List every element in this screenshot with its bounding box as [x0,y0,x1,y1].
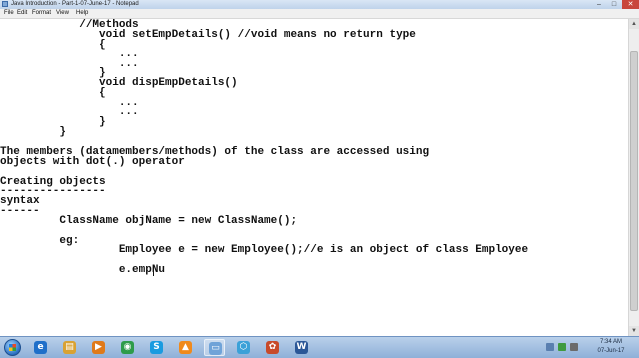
vertical-scrollbar[interactable]: ▲ ▼ [628,19,639,336]
menu-view[interactable]: View [56,9,69,18]
scroll-thumb[interactable] [630,51,638,311]
volume-icon[interactable] [570,343,578,351]
taskbar-button[interactable]: ✿ [262,339,283,356]
vlc-icon: ▲ [179,341,192,354]
menu-bar: File Edit Format View Help [0,9,639,19]
editor-text-area[interactable]: //Methods void setEmpDetails() //void me… [0,19,628,336]
clock-date: 07-Jun-17 [597,348,625,354]
network-icon: ⬡ [237,341,250,354]
menu-edit[interactable]: Edit [17,9,27,18]
ie-icon: e [34,341,47,354]
notepad-icon: ▭ [209,342,222,355]
flag-icon[interactable] [546,343,554,351]
media-player-icon: ▶ [92,341,105,354]
taskbar-button[interactable]: S [146,339,167,356]
minimize-button[interactable]: – [592,0,606,9]
menu-file[interactable]: File [4,9,14,18]
menu-format[interactable]: Format [32,9,51,18]
code-line: } [0,126,67,138]
taskbar-button[interactable]: W [291,339,312,356]
scroll-up-arrow-icon[interactable]: ▲ [629,19,639,29]
taskbar-button[interactable]: ⬡ [233,339,254,356]
text-caret [153,265,154,276]
code-line: Employee e = new Employee();//e is an ob… [0,244,529,256]
explorer-icon: ▤ [63,341,76,354]
taskbar: e ▤ ▶ ◉ S ▲ ▭ ⬡ ✿ W 7:34 AM 07-Jun-17 [0,336,639,358]
taskbar-button[interactable]: ▲ [175,339,196,356]
taskbar-button[interactable]: e [30,339,51,356]
code-line: objects with dot(.) operator [0,156,185,168]
taskbar-button[interactable]: ◉ [117,339,138,356]
scroll-down-arrow-icon[interactable]: ▼ [629,326,639,336]
code-line: ClassName objName = new ClassName(); [0,215,298,227]
skype-icon: S [150,341,163,354]
code-line: e.empNu [0,264,166,276]
taskbar-button[interactable]: ▭ [204,339,225,356]
taskbar-button[interactable]: ▶ [88,339,109,356]
menu-help[interactable]: Help [76,9,88,18]
start-button[interactable] [4,339,21,356]
network-status-icon[interactable] [558,343,566,351]
taskbar-clock[interactable]: 7:34 AM 07-Jun-17 [588,338,634,356]
close-button[interactable]: ✕ [622,0,639,9]
notepad-icon [2,1,8,7]
taskbar-button[interactable]: ▤ [59,339,80,356]
chrome-icon: ◉ [121,341,134,354]
window-title: Java Introduction - Part-1-07-June-17 - … [11,1,139,7]
clock-time: 7:34 AM [599,339,622,345]
word-icon: W [295,341,308,354]
maximize-button[interactable]: □ [607,0,621,9]
windows-logo-icon [9,344,16,351]
tools-icon: ✿ [266,341,279,354]
